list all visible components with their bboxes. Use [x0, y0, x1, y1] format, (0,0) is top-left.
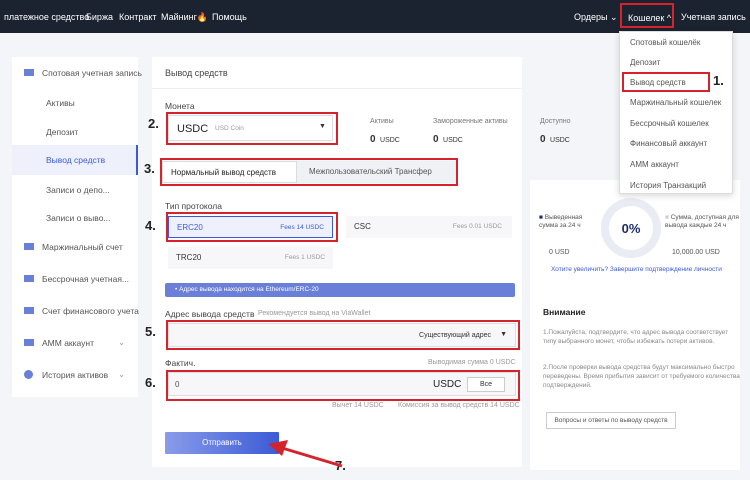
coin-label: Монета [165, 101, 195, 111]
highlight-tabs [160, 158, 458, 186]
upgrade-link[interactable]: Хотите увеличить? Завершите подтверждени… [551, 266, 722, 273]
note-1: 1.Пожалуйста, подтвердите, что адрес выв… [543, 329, 729, 345]
history-icon [24, 370, 33, 379]
highlight-amount [166, 370, 520, 401]
note-2: 2.После проверки вывода средства будут м… [543, 364, 740, 389]
financial-icon [24, 307, 34, 314]
sidebar-deposit[interactable]: Депозит [46, 127, 78, 137]
sidebar-withdraw-records[interactable]: Записи о выво... [46, 213, 111, 223]
dropdown-financial[interactable]: Финансовый аккаунт [630, 139, 707, 148]
step-3: 3. [144, 161, 155, 176]
withdrawn-value: 0 USD [549, 249, 570, 256]
arrow-pointer [268, 440, 343, 468]
protocol-csc[interactable]: CSC Fees 0.01 USDC [346, 216, 512, 238]
sidebar-spot[interactable]: Спотовая учетная запись [42, 68, 142, 78]
fee-received: Вычет 14 USDC [332, 402, 384, 409]
network-notice: • Адрес вывода находится на Ethereum/ERC… [165, 283, 515, 297]
dropdown-margin[interactable]: Маржинальный кошелек [630, 98, 721, 107]
assets-value: 0 USDC [370, 134, 400, 145]
sidebar-deposit-records[interactable]: Записи о депо... [46, 185, 110, 195]
protocol-trc20[interactable]: TRC20 Fees 1 USDC [168, 247, 333, 269]
dropdown-perpetual[interactable]: Бессрочный кошелек [630, 119, 709, 128]
sidebar-history[interactable]: История активов [42, 370, 108, 380]
assets-label: Активы [370, 118, 394, 125]
page-title: Вывод средств [165, 68, 228, 78]
margin-icon [24, 243, 34, 250]
step-2: 2. [148, 116, 159, 131]
frozen-value: 0 USDC [433, 134, 463, 145]
fee-commission: Комиссия за вывод средств 14 USDC [398, 402, 520, 409]
protocol-label: Тип протокола [165, 201, 222, 211]
nav-help[interactable]: Помощь [212, 12, 247, 22]
avail24-value: 10,000.00 USD [672, 249, 720, 256]
nav-contract[interactable]: Контракт [119, 12, 157, 22]
sidebar-assets[interactable]: Активы [46, 98, 75, 108]
limit-ring: 0% [601, 198, 661, 258]
step-5: 5. [145, 324, 156, 339]
nav-account[interactable]: Учетная запись ⌄ [681, 12, 750, 23]
dropdown-history[interactable]: История Транзакций [630, 181, 706, 190]
frozen-label: Замороженные активы [433, 118, 508, 125]
withdrawn-label: ■ Выведенная сумма за 24 ч [539, 214, 583, 229]
address-hint: Рекомендуется вывод на ViaWallet [258, 310, 371, 317]
highlight-withdraw-menu [622, 72, 710, 92]
sidebar-margin[interactable]: Маржинальный счет [42, 242, 123, 252]
step-6: 6. [145, 375, 156, 390]
highlight-protocol [166, 212, 338, 242]
nav-mining[interactable]: Майнинг🔥 [161, 12, 208, 23]
attention-title: Внимание [543, 307, 586, 317]
address-label: Адрес вывода средств [165, 309, 255, 319]
chevron-down-icon: ⌄ [118, 337, 126, 347]
nav-payment[interactable]: платежное средство [4, 12, 89, 22]
sidebar-withdraw[interactable]: Вывод средств [46, 155, 105, 165]
divider [152, 88, 522, 89]
available-label: Доступно [540, 118, 571, 125]
step-1: 1. [713, 73, 724, 88]
avail24-label: ■ Сумма, доступная для вывода каждые 24 … [665, 214, 739, 229]
chevron-down-icon: ⌄ [118, 369, 126, 379]
available-value: 0 USDC [540, 134, 570, 145]
sidebar-financial[interactable]: Счет финансового учета [42, 306, 139, 316]
wallet-menu-button[interactable]: Кошелек ^ [620, 3, 674, 28]
step-4: 4. [145, 218, 156, 233]
amm-icon [24, 339, 34, 346]
nav-orders[interactable]: Ордеры ⌄ [574, 12, 618, 23]
dropdown-amm[interactable]: AMM аккаунт [630, 160, 679, 169]
sidebar: Спотовая учетная запись Активы Депозит В… [12, 57, 142, 397]
perpetual-icon [24, 275, 34, 282]
withdrawable-amount: Выводимая сумма 0 USDC [428, 359, 516, 366]
nav-exchange[interactable]: Биржа [86, 12, 113, 22]
highlight-address [166, 320, 520, 350]
wallet-icon [24, 69, 34, 76]
sidebar-perpetual[interactable]: Бессрочная учетная... [42, 274, 129, 284]
actual-label: Фактич. [165, 358, 196, 368]
sidebar-amm[interactable]: AMM аккаунт [42, 338, 94, 348]
wallet-dropdown: Спотовый кошелёк Депозит Вывод средств М… [619, 31, 733, 194]
dropdown-deposit[interactable]: Депозит [630, 58, 660, 67]
faq-button[interactable]: Вопросы и ответы по выводу средств [546, 412, 676, 429]
highlight-coin [166, 112, 338, 145]
dropdown-spot[interactable]: Спотовый кошелёк [630, 38, 700, 47]
